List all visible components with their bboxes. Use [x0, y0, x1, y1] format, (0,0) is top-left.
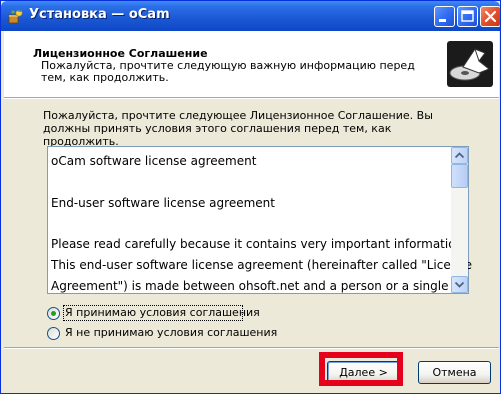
minimize-icon	[439, 19, 446, 22]
footer-divider	[4, 347, 499, 349]
maximize-icon	[461, 10, 474, 22]
license-blank-line	[51, 172, 447, 193]
window-title: Установка — oCam	[29, 7, 170, 22]
license-line: End-user software license agreement	[51, 195, 275, 210]
license-scrollbar[interactable]	[451, 147, 468, 293]
license-blank-line	[51, 213, 447, 234]
radio-circle	[47, 327, 60, 340]
scroll-thumb[interactable]	[451, 164, 468, 188]
minimize-button[interactable]	[434, 6, 455, 27]
decline-label: Я не принимаю условия соглашения	[65, 326, 278, 339]
scroll-up-button[interactable]	[451, 147, 468, 164]
decline-radio[interactable]: Я не принимаю условия соглашения	[47, 326, 287, 342]
accept-label: Я принимаю условия соглашения	[65, 306, 260, 319]
chevron-down-icon	[455, 281, 464, 288]
header-divider	[4, 97, 499, 99]
close-icon	[484, 10, 497, 23]
page-description: Пожалуйста, прочтите следующую важную ин…	[41, 59, 415, 84]
intro-text: Пожалуйста, прочтите следующее Лицензион…	[43, 109, 433, 148]
radio-selected-dot	[51, 311, 56, 316]
close-button[interactable]	[480, 6, 500, 27]
installer-window: Установка — oCam Лицензионное Соглашение…	[0, 0, 501, 394]
title-bar[interactable]: Установка — oCam	[1, 1, 500, 31]
highlight-box	[319, 352, 403, 386]
radio-circle	[47, 307, 60, 320]
license-line: Agreement") is made between ohsoft.net a…	[51, 278, 449, 293]
license-text: oCam software license agreement End-user…	[51, 151, 472, 297]
license-line: Please read carefully because it contain…	[51, 237, 467, 252]
license-line: oCam software license agreement	[51, 154, 257, 168]
license-text-box[interactable]: oCam software license agreement End-user…	[47, 146, 472, 297]
scroll-down-button[interactable]	[451, 276, 468, 293]
accept-radio[interactable]: Я принимаю условия соглашения	[47, 305, 287, 322]
installer-app-icon	[8, 9, 23, 24]
setup-disk-icon	[447, 41, 493, 87]
chevron-up-icon	[455, 152, 464, 159]
wizard-header: Лицензионное Соглашение Пожалуйста, проч…	[4, 31, 499, 97]
maximize-button[interactable]	[457, 6, 478, 27]
cancel-button[interactable]: Отмена	[418, 361, 491, 384]
license-line: This end-user software license agreement…	[51, 257, 472, 272]
